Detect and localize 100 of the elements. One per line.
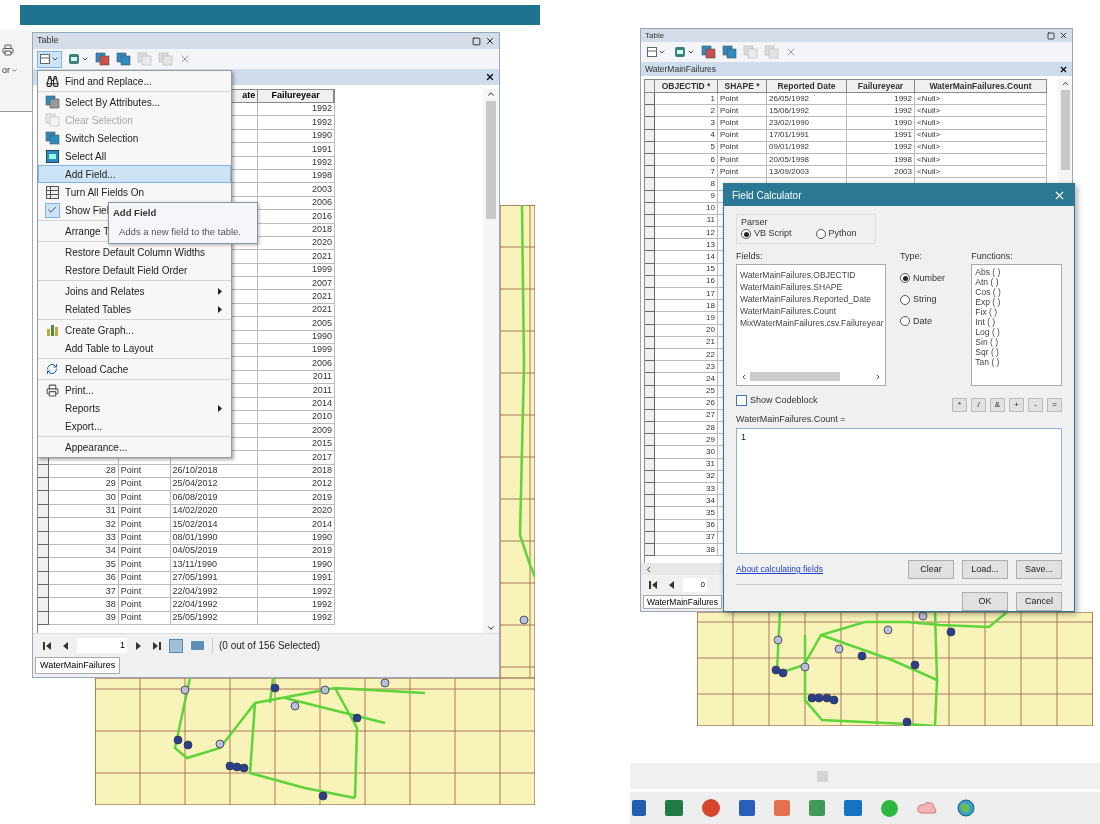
table-cell: 2005 xyxy=(258,317,335,331)
table-cell: 29 xyxy=(655,434,718,447)
table-cell: 29 xyxy=(48,477,119,492)
table-cell: Point xyxy=(118,464,171,478)
table-cell: 30 xyxy=(655,446,718,459)
table-cell: 28 xyxy=(655,422,718,435)
table-cell: 2011 xyxy=(258,384,335,398)
table-cell: Point xyxy=(118,558,171,572)
table-cell: 1990 xyxy=(258,129,335,144)
table-cell: 2006 xyxy=(258,357,335,371)
table-cell: <Null> xyxy=(915,141,1047,154)
table-cell: 37 xyxy=(48,585,119,599)
table-cell: 34 xyxy=(48,544,119,559)
table-cell: 18 xyxy=(655,300,718,313)
table-cell: 30 xyxy=(48,491,119,505)
table-cell: Point xyxy=(118,611,171,626)
table-cell: Point xyxy=(118,504,171,519)
table-cell: 34 xyxy=(655,495,718,508)
table-tab-title: WaterMainFailures xyxy=(645,62,716,76)
table-cell: 08/01/1990 xyxy=(170,531,259,545)
table-cell: 15/02/2014 xyxy=(170,518,259,532)
table-cell: Point xyxy=(718,117,767,130)
table-cell: 12 xyxy=(655,227,718,240)
radio-label: Python xyxy=(828,227,857,241)
table-cell: 2019 xyxy=(258,544,335,559)
table-cell: 1990 xyxy=(847,117,915,130)
table-cell: 27 xyxy=(655,409,718,423)
table-cell: 36 xyxy=(48,571,119,586)
table-cell: 13/11/1990 xyxy=(170,558,259,572)
table-cell: 1992 xyxy=(258,116,335,130)
checkbox-label: Show Codeblock xyxy=(750,393,818,407)
functions-label: Functions: xyxy=(971,250,1014,263)
table-cell: 1990 xyxy=(258,558,335,572)
table-cell: 20 xyxy=(655,324,718,337)
table-cell: 2003 xyxy=(847,166,915,179)
table-cell: 14 xyxy=(655,251,718,264)
table-cell: 15/06/1992 xyxy=(767,105,847,118)
tooltip-title: Add Field xyxy=(113,206,158,220)
table-cell: 7 xyxy=(655,166,718,179)
table-cell: 26/10/2018 xyxy=(170,464,259,478)
table-cell: 19 xyxy=(655,312,718,325)
group-label: Parser xyxy=(741,217,769,228)
table-cell: 13 xyxy=(655,239,718,252)
table-cell: 2011 xyxy=(258,370,335,385)
table-cell: 17/01/1991 xyxy=(767,129,847,142)
table-cell: <Null> xyxy=(915,129,1047,142)
table-cell: 2007 xyxy=(258,277,335,291)
table-cell: 1992 xyxy=(847,93,915,106)
table-cell: 25 xyxy=(655,385,718,398)
table-cell: 33 xyxy=(48,531,119,545)
table-cell: 31 xyxy=(655,458,718,471)
table-cell: 1998 xyxy=(847,153,915,167)
table-cell: <Null> xyxy=(915,93,1047,106)
table-cell: Point xyxy=(118,585,171,599)
table-cell: 31 xyxy=(48,504,119,519)
table-cell: 1992 xyxy=(847,141,915,154)
panel-title: Table xyxy=(37,34,59,48)
table-cell: Point xyxy=(118,518,171,532)
table-cell: 2014 xyxy=(258,518,335,532)
table-cell: 1992 xyxy=(258,585,335,599)
radio-label: Date xyxy=(913,314,932,328)
table-cell: 2017 xyxy=(258,451,335,465)
table-cell: 2009 xyxy=(258,424,335,438)
table-cell: 2021 xyxy=(258,250,335,264)
table-cell: 22/04/1992 xyxy=(170,598,259,612)
table-cell: 1991 xyxy=(258,143,335,157)
table-cell: 2012 xyxy=(258,477,335,492)
table-cell: 9 xyxy=(655,190,718,203)
table-cell: 22 xyxy=(655,348,718,362)
selection-status: (0 out of 156 Selected) xyxy=(212,638,321,653)
table-cell: 1992 xyxy=(258,156,335,170)
table-cell: 17 xyxy=(655,288,718,301)
table-cell: 5 xyxy=(655,141,718,154)
table-cell: 2 xyxy=(655,105,718,118)
table-cell: 35 xyxy=(48,558,119,572)
table-cell: 32 xyxy=(655,470,718,483)
table-cell: 1990 xyxy=(258,330,335,345)
table-cell: 2006 xyxy=(258,196,335,211)
table-cell: 2014 xyxy=(258,397,335,411)
table-cell: 2021 xyxy=(258,303,335,318)
table-cell: 27/05/1991 xyxy=(170,571,259,586)
table-cell: Point xyxy=(718,141,767,154)
table-cell: 38 xyxy=(655,543,718,557)
table-cell: Point xyxy=(118,598,171,612)
table-cell: 21 xyxy=(655,336,718,349)
radio-label: String xyxy=(913,293,937,306)
table-cell: 13/09/2003 xyxy=(767,166,847,179)
table-cell: 1991 xyxy=(847,129,915,142)
table-cell: 23 xyxy=(655,361,718,374)
dialog-title: Field Calculator xyxy=(732,188,802,203)
table-cell: Point xyxy=(118,544,171,559)
table-cell: 1999 xyxy=(258,263,335,278)
table-cell: Point xyxy=(718,105,767,118)
table-cell: Point xyxy=(718,153,767,167)
table-cell: 2003 xyxy=(258,183,335,197)
table-cell: 1999 xyxy=(258,344,335,358)
radio-label: VB Script xyxy=(754,227,792,241)
table-cell: 2021 xyxy=(258,290,335,304)
table-cell: 2010 xyxy=(258,411,335,425)
table-cell: 2015 xyxy=(258,437,335,452)
